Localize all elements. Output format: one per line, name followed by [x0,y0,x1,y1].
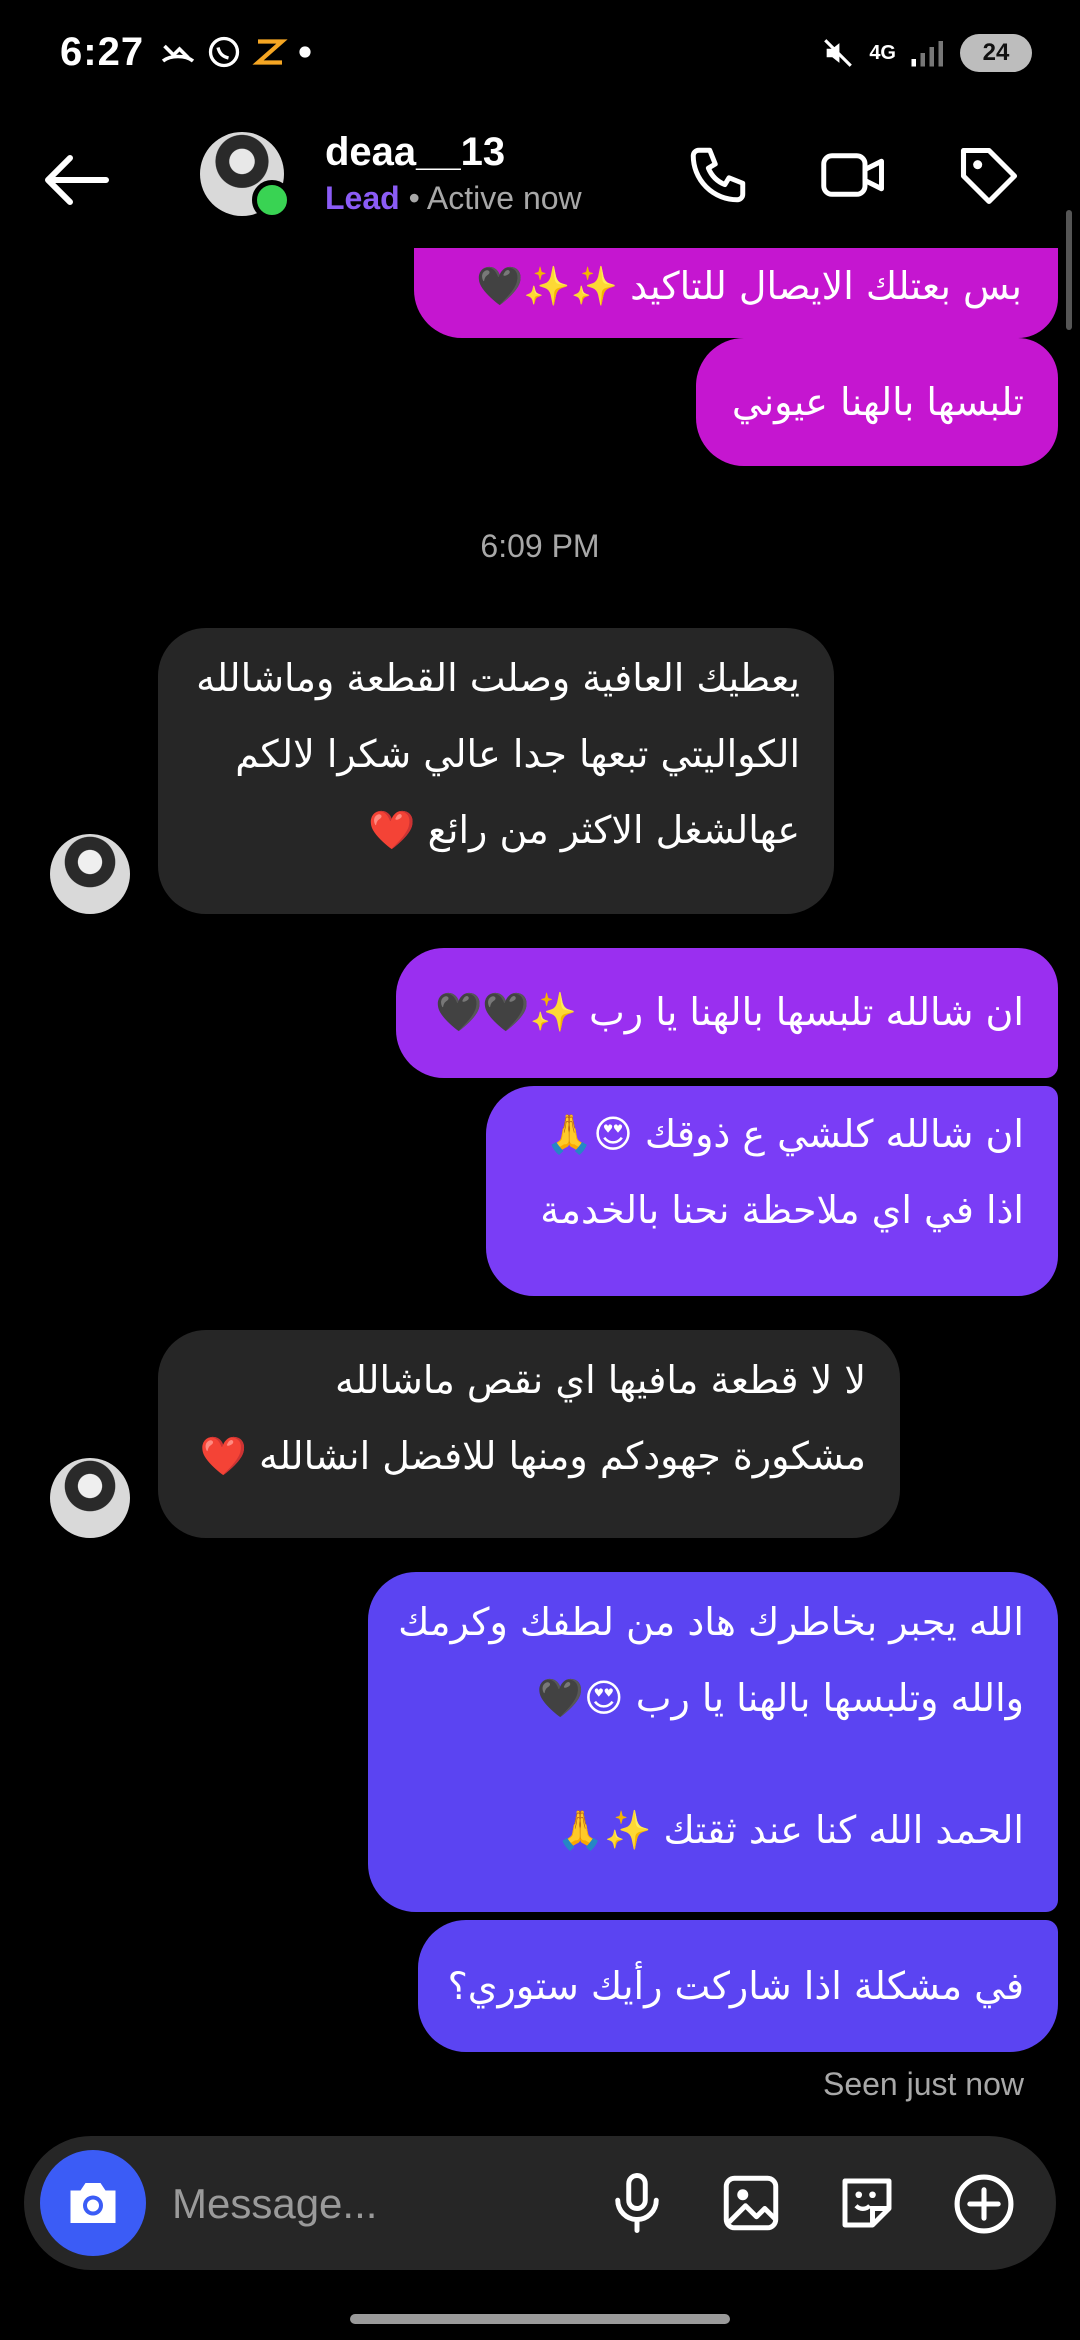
battery-indicator: 24 [960,34,1032,72]
message-composer [24,2136,1056,2270]
notification-icons [160,34,312,70]
message-line: ان شالله كلشي ع ذوقك 😍🙏 [545,1112,1024,1156]
outgoing-message[interactable]: ان شالله تلبسها بالهنا يا رب ✨🖤🖤 [396,948,1058,1078]
system-icons: 4G 24 [821,34,1032,72]
message-input[interactable] [170,2166,594,2242]
phone-icon[interactable] [685,142,751,208]
chat-header: deaa__13 Lead • Active now [0,118,1080,258]
app-icon [252,39,288,65]
contact-avatar[interactable] [200,132,292,220]
message-line: الكواليتي تبعها جدا عالي شكرا لالكم [235,732,800,776]
contact-avatar-small[interactable] [50,834,130,914]
home-indicator[interactable] [350,2314,730,2324]
message-line: اذا في اي ملاحظة نحنا بالخدمة [540,1188,1024,1232]
gallery-icon[interactable] [718,2170,784,2236]
incoming-message[interactable]: يعطيك العافية وصلت القطعة وماشالله الكوا… [158,628,834,914]
camera-button[interactable] [40,2150,146,2256]
signal-icon [911,41,943,67]
outgoing-message[interactable]: الله يجبر بخاطرك هاد من لطفك وكرمك والله… [368,1572,1058,1912]
video-camera-icon[interactable] [818,142,890,208]
missed-call-icon [161,44,195,63]
outgoing-message[interactable]: ان شالله كلشي ع ذوقك 😍🙏 اذا في اي ملاحظة… [486,1086,1058,1296]
message-line: عهالشغل الاكثر من رائع ❤️ [368,808,800,852]
contact-username[interactable]: deaa__13 [325,130,505,175]
status-time: 6:27 [60,30,145,74]
message-list[interactable]: بس بعتلك الايصال للتاكيد ✨✨🖤 تلبسها باله… [0,248,1080,2108]
message-line: الحمد الله كنا عند ثقتك ✨🙏 [556,1808,1024,1852]
incoming-message[interactable]: لا لا قطعة مافيها اي نقص ماشالله مشكورة … [158,1330,900,1538]
active-status: Active now [426,180,582,216]
message-line: الله يجبر بخاطرك هاد من لطفك وكرمك [398,1600,1024,1644]
network-type: 4G [869,42,896,64]
outgoing-message[interactable]: في مشكلة اذا شاركت رأيك ستوري؟ [418,1920,1058,2052]
microphone-icon[interactable] [604,2170,670,2236]
message-timestamp: 6:09 PM [480,528,600,564]
message-line: والله وتلبسها بالهنا يا رب 😍🖤 [536,1676,1024,1720]
sticker-icon[interactable] [834,2170,900,2236]
online-indicator [252,180,292,220]
outgoing-message[interactable]: بس بعتلك الايصال للتاكيد ✨✨🖤 [414,248,1058,338]
message-line: يعطيك العافية وصلت القطعة وماشالله [196,656,800,700]
message-line: مشكورة جهودكم ومنها للافضل انشالله ❤️ [199,1434,866,1478]
tag-icon[interactable] [955,142,1023,210]
contact-status-line: Lead • Active now [325,180,582,217]
plus-circle-icon[interactable] [950,2170,1018,2238]
camera-icon [70,2183,116,2223]
lead-label[interactable]: Lead [325,180,400,216]
outgoing-message[interactable]: تلبسها بالهنا عيوني [696,338,1058,466]
seen-status: Seen just now [822,2066,1024,2102]
dot-icon [299,46,311,58]
status-bar: 6:27 4G 24 [0,0,1080,118]
message-line: لا لا قطعة مافيها اي نقص ماشالله [334,1358,866,1402]
status-separator: • [408,180,420,216]
back-arrow-icon[interactable] [40,150,112,210]
mute-icon [824,39,853,67]
contact-avatar-small[interactable] [50,1458,130,1538]
whatsapp-icon [208,36,240,68]
